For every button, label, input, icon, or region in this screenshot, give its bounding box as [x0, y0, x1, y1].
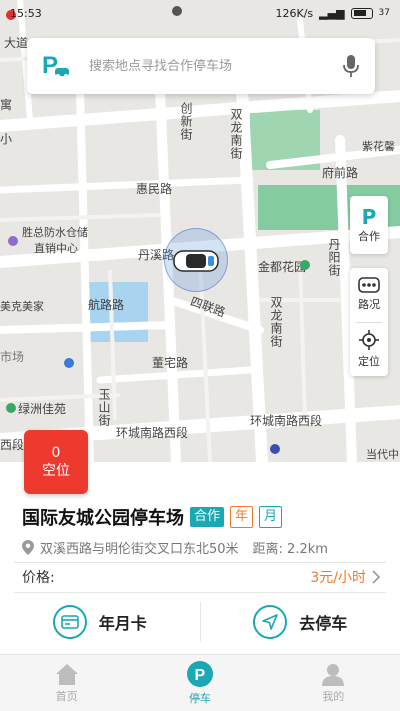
parking-poi-icon[interactable] — [64, 358, 74, 368]
lot-distance: 距离: 2.2km — [252, 542, 328, 557]
price-row[interactable]: 价格: 3元/小时 — [22, 564, 380, 590]
map-label: 丹阳街 — [327, 238, 341, 277]
locate-label: 定位 — [358, 354, 380, 368]
lot-title-row: 国际友城公园停车场 合作 年 月 — [22, 504, 283, 530]
navigate-icon — [253, 605, 288, 639]
go-park-label: 去停车 — [299, 614, 348, 633]
map-label: 寓 — [0, 98, 13, 112]
map-label: 董宅路 — [152, 356, 189, 370]
tab-mine[interactable]: 我的 — [267, 655, 400, 711]
divider — [14, 562, 386, 563]
lot-actions: 年月卡 去停车 — [0, 594, 400, 650]
user-icon — [322, 664, 345, 686]
map-label: 双龙南街 — [229, 108, 243, 160]
poi-icon — [300, 260, 310, 270]
map-label: 绿洲佳苑 — [18, 402, 67, 416]
bottom-tab-bar: 首页 P 停车 我的 — [0, 654, 400, 711]
monthly-card-label: 年月卡 — [98, 614, 147, 633]
status-speed: 126K/s — [275, 6, 314, 20]
price-label: 价格: — [22, 570, 55, 586]
microphone-icon[interactable] — [341, 54, 361, 78]
map-label: 紫花馨 — [362, 140, 395, 153]
search-input[interactable] — [89, 58, 341, 74]
parking-p-icon: P — [361, 205, 377, 229]
map-label: 创新街 — [179, 102, 193, 141]
tag-monthly: 月 — [259, 506, 283, 528]
status-battery: 37 — [378, 8, 390, 18]
map-label: 小 — [0, 132, 13, 146]
tag-cooperation: 合作 — [190, 507, 225, 527]
divider — [14, 592, 386, 593]
card-icon — [52, 605, 87, 639]
vacancy-label: 空位 — [42, 463, 70, 479]
go-park-button[interactable]: 去停车 — [201, 594, 400, 650]
map-label: 美克美家 — [0, 300, 44, 313]
traffic-button[interactable]: 路况 — [358, 268, 380, 322]
tab-parking[interactable]: P 停车 — [133, 655, 266, 711]
map-label: 府前路 — [322, 166, 359, 180]
status-time: 15:53 — [10, 6, 42, 20]
map-label: 航路路 — [88, 298, 125, 312]
tab-home-label: 首页 — [55, 690, 78, 703]
locate-button[interactable]: 定位 — [358, 322, 380, 376]
map-label: 金都花园 — [258, 260, 307, 274]
locate-crosshair-icon — [359, 329, 379, 350]
svg-text:P: P — [42, 52, 58, 79]
car-icon — [173, 250, 219, 272]
monthly-card-button[interactable]: 年月卡 — [0, 594, 200, 650]
lot-name: 国际友城公园停车场 — [22, 508, 184, 529]
cooperation-button[interactable]: P 合作 — [350, 196, 388, 254]
poi-icon — [8, 236, 18, 246]
traffic-label: 路况 — [358, 298, 380, 312]
map-tools-group: 路况 定位 — [350, 268, 388, 376]
tab-parking-label: 停车 — [188, 692, 211, 705]
lot-address-row: 双溪西路与明伦街交叉口东北50米 距离: 2.2km — [22, 538, 328, 557]
poi-icon — [6, 403, 16, 413]
battery-icon — [350, 7, 373, 19]
chevron-right-icon — [372, 570, 380, 584]
location-pin-icon — [22, 540, 34, 555]
map-label: 惠民路 — [136, 182, 173, 196]
price-value: 3元/小时 — [310, 570, 366, 586]
map-label: 玉山街 — [97, 388, 111, 427]
tag-yearly: 年 — [230, 506, 254, 528]
tab-mine-label: 我的 — [322, 690, 345, 703]
map-label: 西段 — [0, 438, 25, 452]
map-label: 大道 — [4, 36, 29, 50]
map-label: 环城南路西段 — [116, 426, 189, 440]
svg-text:P: P — [194, 667, 205, 684]
parking-logo-icon: P — [42, 52, 69, 79]
traffic-icon — [358, 277, 380, 294]
signal-icon: ▂▄▆ — [319, 6, 345, 20]
vacancy-count: 0 — [51, 445, 61, 461]
current-location-marker — [164, 228, 228, 292]
cooperation-label: 合作 — [358, 230, 380, 243]
map-label: 胜总防水仓储 — [22, 226, 88, 239]
vacancy-badge: 0 空位 — [24, 430, 88, 494]
status-bar: 15:53 126K/s ▂▄▆ 37 — [0, 0, 400, 26]
map-label: 市场 — [0, 350, 25, 364]
search-bar[interactable]: P — [27, 38, 375, 94]
map-label: 环城南路西段 — [250, 414, 323, 428]
lot-address: 双溪西路与明伦街交叉口东北50米 — [40, 542, 239, 557]
map-label: 直销中心 — [34, 242, 78, 255]
map-label: 双龙南街 — [269, 296, 283, 348]
parking-tab-icon: P — [186, 661, 213, 687]
map-label: 当代中 — [366, 448, 399, 461]
home-icon — [55, 664, 78, 685]
transit-poi-icon — [270, 444, 280, 454]
tab-home[interactable]: 首页 — [0, 655, 133, 711]
